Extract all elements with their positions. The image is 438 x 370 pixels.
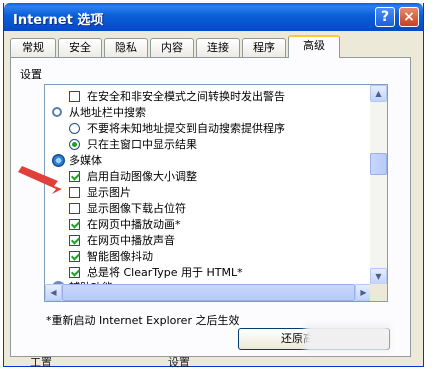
checkbox[interactable] xyxy=(69,203,80,214)
scroll-up-button[interactable]: ▲ xyxy=(370,85,387,102)
setting-row[interactable]: 不要将未知地址提交到自动搜索提供程序 xyxy=(45,121,365,137)
setting-label: 在网页中播放声音 xyxy=(87,234,175,247)
setting-row[interactable]: 在网页中播放动画* xyxy=(45,217,365,233)
horizontal-scrollbar[interactable]: ◀ ▶ xyxy=(45,284,372,301)
setting-row[interactable]: 显示图像下载占位符 xyxy=(45,201,365,217)
setting-label: 智能图像抖动 xyxy=(87,250,153,263)
checkbox[interactable] xyxy=(69,235,80,246)
setting-label: 不要将未知地址提交到自动搜索提供程序 xyxy=(87,122,285,135)
scrollbar-corner xyxy=(370,284,387,301)
scroll-left-button[interactable]: ◀ xyxy=(45,284,62,301)
setting-label: 在安全和非安全模式之间转换时发出警告 xyxy=(87,90,285,103)
category-label: 从地址栏中搜索 xyxy=(69,106,146,119)
restart-note: *重新启动 Internet Explorer 之后生效 xyxy=(46,314,240,327)
arrow-shape xyxy=(18,166,62,194)
setting-category: 多媒体 xyxy=(45,153,365,169)
help-button[interactable]: ? xyxy=(375,7,395,27)
annotation-arrow-icon xyxy=(18,166,62,194)
setting-row[interactable]: 在网页中播放声音 xyxy=(45,233,365,249)
tab-programs[interactable]: 程序 xyxy=(242,38,286,57)
scroll-thumb[interactable] xyxy=(370,153,387,175)
setting-row[interactable]: 启用自动图像大小调整 xyxy=(45,169,365,185)
setting-label: 在网页中播放动画* xyxy=(87,218,181,231)
setting-category: 从地址栏中搜索 xyxy=(45,105,365,121)
tab-advanced[interactable]: 高级 xyxy=(288,35,340,58)
setting-label: 启用自动图像大小调整 xyxy=(87,170,197,183)
close-button[interactable]: × xyxy=(399,7,419,27)
setting-label: 只在主窗口中显示结果 xyxy=(87,138,197,151)
checkbox[interactable] xyxy=(69,251,80,262)
tab-privacy[interactable]: 隐私 xyxy=(104,38,148,57)
bottom-cut-label: 工置 xyxy=(30,356,52,369)
setting-row[interactable]: 显示图片 xyxy=(45,185,365,201)
checkbox[interactable] xyxy=(69,219,80,230)
tab-content[interactable]: 内容 xyxy=(150,38,194,57)
setting-label: 总是将 ClearType 用于 HTML* xyxy=(87,266,243,279)
settings-list[interactable]: 在安全和非安全模式之间转换时发出警告 从地址栏中搜索 不要将未知地址提交到自动搜… xyxy=(44,84,388,302)
horizontal-scroll-thumb[interactable] xyxy=(62,284,355,301)
scroll-down-button[interactable]: ▼ xyxy=(370,268,387,285)
setting-row[interactable]: 智能图像抖动 xyxy=(45,249,365,265)
setting-label: 显示图像下载占位符 xyxy=(87,202,186,215)
vertical-scrollbar[interactable]: ▲ ▼ xyxy=(370,85,387,285)
setting-row[interactable]: 只在主窗口中显示结果 xyxy=(45,137,365,153)
setting-row[interactable]: 总是将 ClearType 用于 HTML* xyxy=(45,265,365,281)
tab-connections[interactable]: 连接 xyxy=(196,38,240,57)
blurred-region xyxy=(305,324,390,352)
bottom-cut-label: 设置 xyxy=(168,356,190,369)
setting-label: 显示图片 xyxy=(87,186,131,199)
setting-row[interactable]: 在安全和非安全模式之间转换时发出警告 xyxy=(45,89,365,105)
checkbox[interactable] xyxy=(69,267,80,278)
